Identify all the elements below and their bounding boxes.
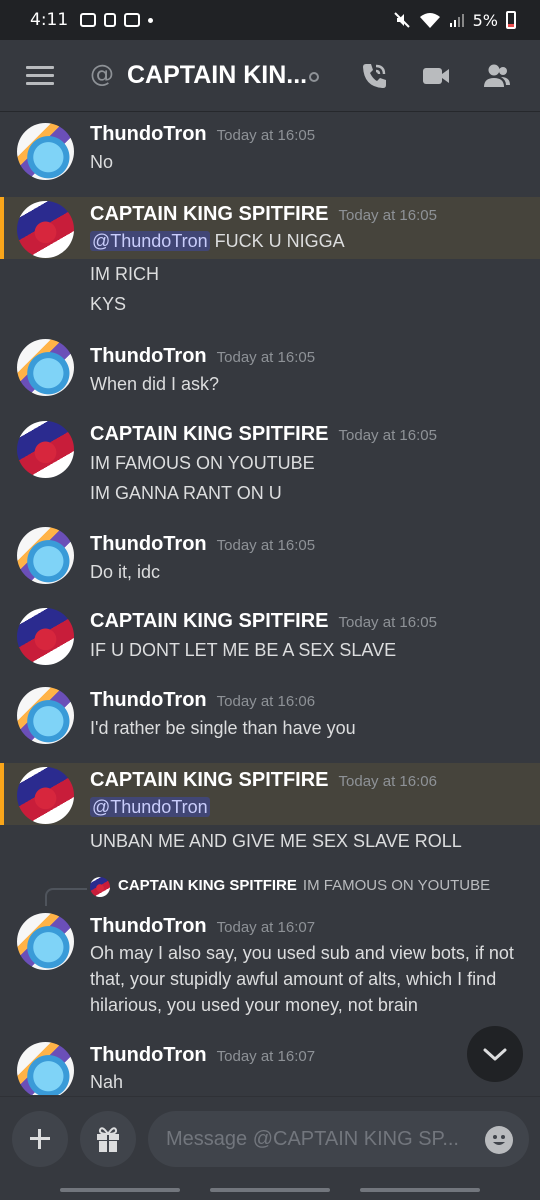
battery-percent: 5% bbox=[472, 10, 498, 30]
storage-icon bbox=[104, 13, 117, 27]
message-author[interactable]: ThundoTron Today at 16:05 bbox=[90, 123, 315, 146]
avatar[interactable] bbox=[17, 123, 74, 180]
message-text: I'd rather be single than have you bbox=[90, 718, 356, 738]
at-icon: @ bbox=[90, 60, 114, 88]
video-icon[interactable] bbox=[420, 60, 452, 92]
message-time: Today at 16:07 bbox=[216, 1048, 316, 1065]
message-time: Today at 16:06 bbox=[338, 773, 437, 790]
avatar[interactable] bbox=[17, 421, 74, 478]
mute-icon bbox=[393, 12, 410, 28]
battery-icon bbox=[506, 11, 516, 29]
message-author[interactable]: CAPTAIN KING SPITFIRE Today at 16:06 bbox=[90, 769, 437, 792]
message: CAPTAIN KING SPITFIRE Today at 16:05 IF U… bbox=[0, 604, 540, 674]
avatar[interactable] bbox=[17, 527, 74, 584]
wifi-icon bbox=[419, 13, 440, 28]
message-text: IM FAMOUS ON YOUTUBE bbox=[90, 453, 315, 473]
message-author[interactable]: CAPTAIN KING SPITFIRE Today at 16:05 bbox=[90, 203, 437, 226]
user-mention[interactable]: @ThundoTron bbox=[90, 797, 210, 817]
message-text: Nah bbox=[90, 1072, 124, 1092]
offline-status-icon bbox=[309, 72, 319, 82]
message-mention-highlight: CAPTAIN KING SPITFIRE Today at 16:05 @Thu… bbox=[0, 197, 540, 259]
message-text: hilarious, you used your money, not brai… bbox=[90, 995, 418, 1015]
jump-to-present-button[interactable] bbox=[467, 1026, 523, 1082]
gallery-icon bbox=[80, 13, 97, 27]
reply-reference[interactable]: CAPTAIN KING SPITFIRE IM FAMOUS ON YOUTUB… bbox=[0, 874, 540, 906]
avatar[interactable] bbox=[17, 608, 74, 665]
message-text: When did I ask? bbox=[90, 374, 220, 394]
message-text: UNBAN ME AND GIVE ME SEX SLAVE ROLL bbox=[90, 831, 462, 851]
message-text: Oh may I also say, you used sub and view… bbox=[90, 943, 514, 963]
message-mention-highlight: CAPTAIN KING SPITFIRE Today at 16:06 @Thu… bbox=[0, 763, 540, 825]
notification-icons bbox=[80, 13, 154, 27]
system-nav-bar bbox=[0, 1180, 540, 1200]
gift-icon bbox=[97, 1127, 119, 1152]
avatar[interactable] bbox=[17, 1042, 74, 1095]
message-text: No bbox=[90, 152, 114, 172]
message-time: Today at 16:05 bbox=[338, 207, 437, 224]
message-text: that, your stupidly awful amount of alts… bbox=[90, 969, 497, 989]
more-notifications-icon bbox=[148, 17, 154, 23]
message-time: Today at 16:05 bbox=[216, 127, 316, 144]
signal-icon bbox=[449, 14, 464, 27]
message-text: Do it, idc bbox=[90, 562, 161, 582]
message: CAPTAIN KING SPITFIRE Today at 16:05 IM F… bbox=[0, 417, 540, 507]
message-author[interactable]: ThundoTron Today at 16:05 bbox=[90, 345, 315, 368]
message-text: IF U DONT LET ME BE A SEX SLAVE bbox=[90, 640, 397, 660]
user-mention[interactable]: @ThundoTron bbox=[90, 231, 210, 251]
message-author[interactable]: ThundoTron Today at 16:07 bbox=[90, 1044, 315, 1067]
message-text: @ThundoTron FUCK U NIGGA bbox=[90, 231, 345, 251]
menu-icon[interactable] bbox=[26, 66, 54, 86]
message: ThundoTron Today at 16:07 Nah bbox=[0, 1038, 540, 1095]
avatar[interactable] bbox=[17, 767, 74, 824]
message-text: @ThundoTron bbox=[90, 797, 210, 818]
message-text: IM RICH bbox=[90, 264, 159, 284]
avatar[interactable] bbox=[17, 913, 74, 970]
nav-home[interactable] bbox=[210, 1188, 330, 1192]
channel-header: @ CAPTAIN KIN... bbox=[0, 40, 540, 112]
page-title[interactable]: CAPTAIN KIN... bbox=[127, 61, 307, 90]
message-author[interactable]: ThundoTron Today at 16:06 bbox=[90, 689, 315, 712]
message-author[interactable]: CAPTAIN KING SPITFIRE Today at 16:05 bbox=[90, 423, 437, 446]
nav-back[interactable] bbox=[360, 1188, 480, 1192]
reply-spine bbox=[45, 888, 87, 906]
reply-avatar bbox=[90, 877, 110, 897]
avatar[interactable] bbox=[17, 339, 74, 396]
message-time: Today at 16:05 bbox=[338, 614, 437, 631]
chevron-down-icon bbox=[483, 1048, 507, 1061]
message: ThundoTron Today at 16:06 I'd rather be s… bbox=[0, 683, 540, 753]
message-input[interactable] bbox=[148, 1111, 529, 1167]
reply-preview: CAPTAIN KING SPITFIRE IM FAMOUS ON YOUTUB… bbox=[118, 877, 491, 894]
message-time: Today at 16:05 bbox=[338, 427, 437, 444]
emoji-icon[interactable] bbox=[485, 1126, 513, 1154]
message-time: Today at 16:05 bbox=[216, 349, 316, 366]
message-author[interactable]: ThundoTron Today at 16:07 bbox=[90, 915, 315, 938]
status-bar: 4:11 5% bbox=[0, 0, 540, 40]
message: ThundoTron Today at 16:05 Do it, idc bbox=[0, 523, 540, 593]
members-icon[interactable] bbox=[481, 60, 513, 92]
nav-recents[interactable] bbox=[60, 1188, 180, 1192]
message-time: Today at 16:07 bbox=[216, 919, 316, 936]
message: ThundoTron Today at 16:05 No bbox=[0, 113, 540, 193]
message-time: Today at 16:06 bbox=[216, 693, 316, 710]
message: ThundoTron Today at 16:05 When did I ask? bbox=[0, 335, 540, 405]
status-time: 4:11 bbox=[30, 10, 69, 30]
system-icons: 5% bbox=[393, 11, 516, 30]
call-icon[interactable] bbox=[358, 60, 390, 92]
gift-button[interactable] bbox=[80, 1111, 136, 1167]
avatar[interactable] bbox=[17, 687, 74, 744]
message-text: IM GANNA RANT ON U bbox=[90, 483, 282, 503]
message-list[interactable]: ThundoTron Today at 16:05 No CAPTAIN KING… bbox=[0, 113, 540, 1095]
add-attachment-button[interactable] bbox=[12, 1111, 68, 1167]
message-text: KYS bbox=[90, 294, 127, 314]
message-author[interactable]: CAPTAIN KING SPITFIRE Today at 16:05 bbox=[90, 610, 437, 633]
discord-icon bbox=[124, 13, 141, 27]
message-author[interactable]: ThundoTron Today at 16:05 bbox=[90, 533, 315, 556]
message-time: Today at 16:05 bbox=[216, 537, 316, 554]
message: ThundoTron Today at 16:07 Oh may I also s… bbox=[0, 909, 540, 1019]
avatar[interactable] bbox=[17, 201, 74, 258]
